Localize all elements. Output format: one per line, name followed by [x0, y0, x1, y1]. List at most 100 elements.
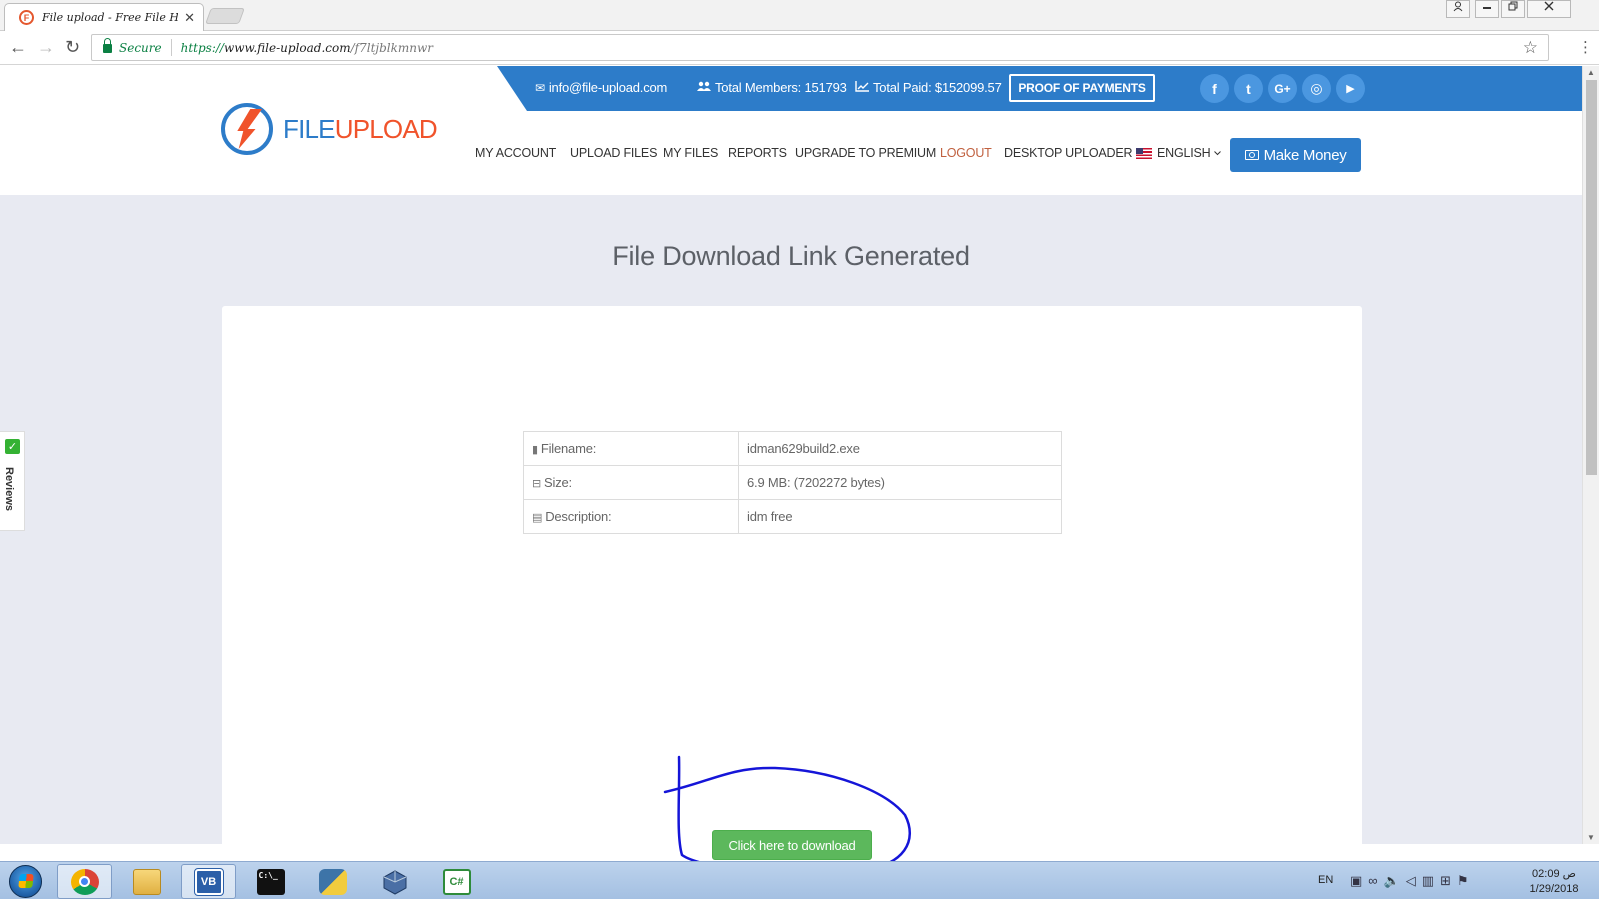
table-row: ⊟ Size: 6.9 MB: (7202272 bytes) [523, 465, 1062, 500]
size-label: Size: [544, 475, 572, 490]
tab-close-icon[interactable]: ✕ [184, 10, 195, 26]
close-window-icon[interactable] [1527, 0, 1571, 18]
description-label: Description: [545, 509, 612, 524]
input-language[interactable]: EN [1318, 874, 1333, 886]
users-icon [697, 81, 711, 95]
nav-reports[interactable]: REPORTS [728, 146, 787, 160]
instagram-icon[interactable]: ◎ [1302, 74, 1331, 103]
scroll-down-icon[interactable]: ▼ [1587, 833, 1595, 842]
contact-email[interactable]: ✉ info@file-upload.com [535, 80, 667, 95]
nav-upload-files[interactable]: UPLOAD FILES [570, 146, 657, 160]
url-scheme: https:// [180, 40, 224, 55]
site-logo[interactable]: FILEUPLOAD [221, 103, 438, 155]
make-money-button[interactable]: Make Money [1230, 138, 1361, 172]
chevron-down-icon [1214, 150, 1222, 155]
reload-icon[interactable]: ↻ [65, 37, 80, 57]
folder-icon [132, 868, 161, 895]
action-center-flag-icon[interactable]: ⚑ [1457, 873, 1469, 889]
windows-taskbar: VB C:\_ C# EN ▣ ∞ 🔈 ◁ ▥ ⊞ ⚑ 02:09 ص 1/29… [0, 861, 1599, 899]
total-members: Total Members: 151793 [697, 80, 847, 95]
logo-text-file: FILE [283, 113, 336, 144]
address-bar[interactable]: Secure https://www.file-upload.com/f7ltj… [91, 34, 1549, 61]
nav-desktop-uploader[interactable]: DESKTOP UPLOADER [1004, 146, 1133, 160]
back-icon[interactable]: ← [9, 37, 27, 57]
taskbar-python[interactable] [305, 864, 360, 899]
restore-icon[interactable] [1501, 0, 1525, 18]
proof-of-payments-button[interactable]: PROOF OF PAYMENTS [1009, 74, 1155, 102]
system-tray: ▣ ∞ 🔈 ◁ ▥ ⊞ ⚑ [1350, 873, 1469, 889]
total-members-text: Total Members: 151793 [715, 80, 847, 95]
url-path: /f7ltjblkmnwr [350, 40, 434, 55]
page-scrollbar[interactable]: ▲ ▼ [1582, 66, 1599, 844]
reviews-label: Reviews [3, 467, 15, 512]
table-row: ▮ Filename: idman629build2.exe [523, 431, 1062, 466]
table-cell-label: ⊟ Size: [523, 465, 739, 500]
taskbar-virtualbox[interactable] [367, 864, 422, 899]
new-tab-button[interactable] [205, 8, 245, 24]
nav-my-account[interactable]: MY ACCOUNT [475, 146, 556, 160]
google-plus-icon[interactable]: G+ [1268, 74, 1297, 103]
lock-icon [103, 38, 112, 53]
scroll-thumb[interactable] [1586, 80, 1597, 475]
facebook-icon[interactable]: f [1200, 74, 1229, 103]
table-cell-label: ▤ Description: [523, 499, 739, 534]
nav-my-files[interactable]: MY FILES [663, 146, 718, 160]
browser-tab-strip: F File upload - Free File H ✕ [0, 0, 1599, 31]
volume-muted-icon[interactable]: 🔈 [1384, 873, 1400, 889]
browser-menu-icon[interactable]: ⋮ [1578, 38, 1593, 56]
twitter-icon[interactable]: t [1234, 74, 1263, 103]
tray-network-app-icon[interactable]: ∞ [1368, 873, 1377, 889]
checkmark-icon: ✓ [5, 439, 20, 454]
taskbar-chrome[interactable] [57, 864, 112, 899]
virtualbox-icon [381, 869, 409, 895]
language-selector[interactable]: ENGLISH [1136, 146, 1222, 160]
taskbar-visual-basic[interactable]: VB [181, 864, 236, 899]
table-row: ▤ Description: idm free [523, 499, 1062, 534]
speaker-icon[interactable]: ◁ [1406, 873, 1416, 889]
user-profile-icon[interactable] [1446, 0, 1470, 18]
table-cell-label: ▮ Filename: [523, 431, 739, 466]
download-button[interactable]: Click here to download [712, 830, 872, 860]
bookmark-star-icon[interactable]: ☆ [1523, 38, 1538, 58]
money-bill-icon [1244, 150, 1259, 160]
taskbar-clock[interactable]: 02:09 ص 1/29/2018 [1519, 867, 1589, 897]
contact-email-text: info@file-upload.com [548, 80, 668, 95]
file-info-table: ▮ Filename: idman629build2.exe ⊟ Size: 6.9… [523, 431, 1062, 534]
chrome-icon [70, 868, 99, 895]
nav-upgrade-to-premium[interactable]: UPGRADE TO PREMIUM [795, 146, 936, 160]
python-icon [318, 868, 347, 895]
size-value: 6.9 MB: (7202272 bytes) [738, 465, 1062, 500]
logo-mark-icon [221, 103, 273, 155]
browser-tab[interactable]: F File upload - Free File H ✕ [4, 3, 204, 31]
terminal-icon: C:\_ [256, 868, 285, 895]
file-icon: ▮ [532, 444, 538, 456]
start-button[interactable] [9, 865, 42, 898]
total-paid-text: Total Paid: $152099.57 [873, 80, 1002, 95]
url-host: www.file-upload.com [223, 40, 351, 55]
csharp-icon: C# [442, 868, 471, 895]
logo-text: FILEUPLOAD [283, 113, 438, 145]
forward-icon[interactable]: → [37, 37, 55, 57]
clock-time: 02:09 ص [1532, 868, 1576, 880]
make-money-label: Make Money [1263, 146, 1347, 164]
taskbar-explorer[interactable] [119, 864, 174, 899]
url-text[interactable]: https://www.file-upload.com/f7ltjblkmnwr [181, 41, 433, 55]
reviews-widget-tab[interactable]: ✓ Reviews [0, 431, 25, 531]
browser-toolbar: ← → ↻ Secure https://www.file-upload.com… [0, 31, 1599, 65]
secure-label: Secure [119, 40, 162, 55]
youtube-icon[interactable]: ▶ [1336, 74, 1365, 103]
network-icon[interactable]: ▥ [1422, 873, 1434, 889]
description-value: idm free [738, 499, 1062, 534]
taskbar-command-prompt[interactable]: C:\_ [243, 864, 298, 899]
tray-update-icon[interactable]: ⊞ [1440, 873, 1451, 889]
site-header: ✉ info@file-upload.com Total Members: 15… [0, 66, 1582, 195]
envelope-icon: ✉ [535, 80, 545, 95]
total-paid: Total Paid: $152099.57 [855, 80, 1002, 95]
logo-text-upload: UPLOAD [334, 113, 438, 144]
tray-app-icon[interactable]: ▣ [1350, 873, 1362, 889]
page-title: File Download Link Generated [612, 241, 970, 271]
scroll-up-icon[interactable]: ▲ [1587, 68, 1595, 77]
taskbar-csharp[interactable]: C# [429, 864, 484, 899]
minimize-icon[interactable] [1475, 0, 1499, 18]
nav-logout[interactable]: LOGOUT [940, 146, 992, 160]
